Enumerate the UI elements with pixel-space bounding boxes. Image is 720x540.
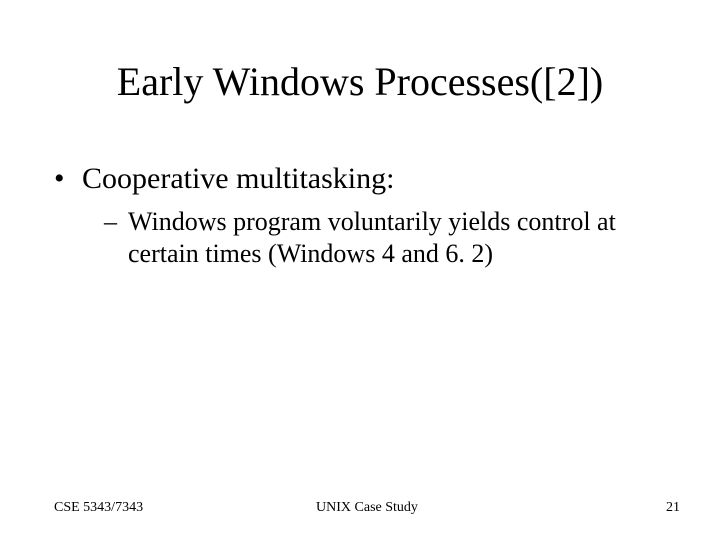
bullet-level-1: • Cooperative multitasking: xyxy=(54,160,666,198)
slide-footer: CSE 5343/7343 UNIX Case Study 21 xyxy=(54,500,680,516)
dash-marker: – xyxy=(104,206,128,271)
bullet-text: Windows program voluntarily yields contr… xyxy=(128,206,666,271)
slide-title: Early Windows Processes([2]) xyxy=(0,58,720,105)
footer-course: CSE 5343/7343 xyxy=(54,500,143,516)
footer-page-number: 21 xyxy=(666,500,680,516)
slide: Early Windows Processes([2]) • Cooperati… xyxy=(0,0,720,540)
bullet-text: Cooperative multitasking: xyxy=(82,160,394,198)
slide-body: • Cooperative multitasking: – Windows pr… xyxy=(54,160,666,271)
bullet-level-2: – Windows program voluntarily yields con… xyxy=(104,206,666,271)
bullet-marker: • xyxy=(54,160,82,198)
footer-title: UNIX Case Study xyxy=(54,500,680,516)
